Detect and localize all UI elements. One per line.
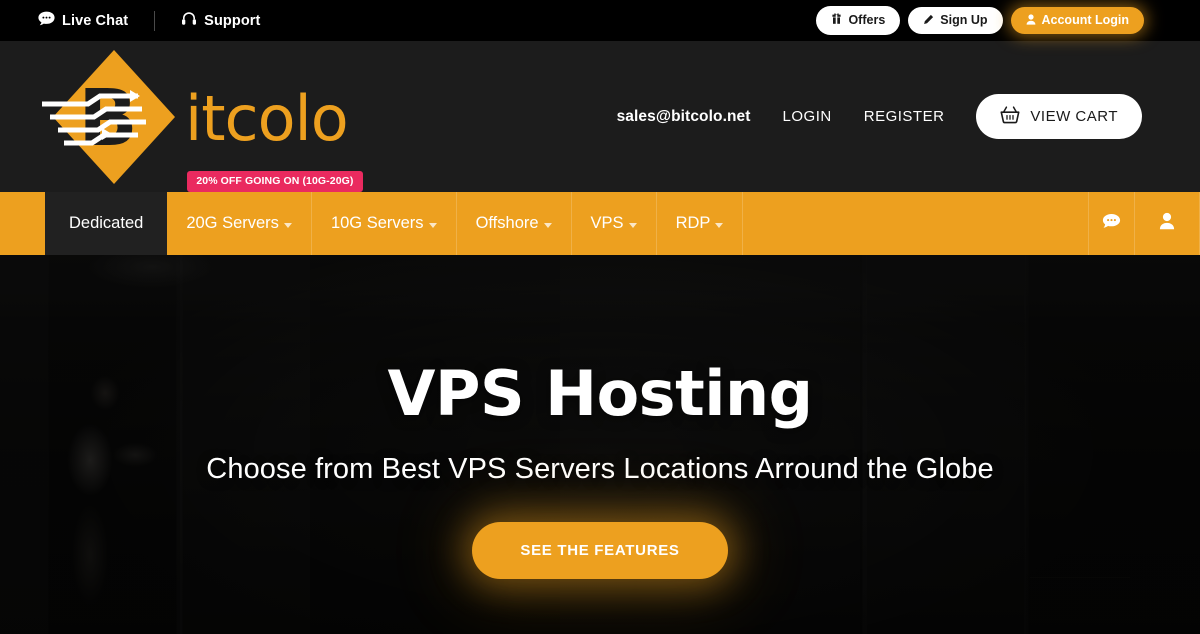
utility-top-bar: Live Chat Support Offers Sign Up Account…: [0, 0, 1200, 41]
nav-label-offshore: Offshore: [475, 214, 539, 232]
nav-item-dedicated[interactable]: Dedicated: [45, 192, 168, 255]
nav-account-button[interactable]: [1134, 192, 1200, 255]
hero-title: VPS Hosting: [387, 357, 813, 430]
login-link[interactable]: LOGIN: [783, 108, 832, 125]
support-link[interactable]: Support: [173, 11, 268, 31]
hero-subtitle: Choose from Best VPS Servers Locations A…: [206, 453, 994, 485]
nav-left-spacer: [0, 192, 45, 255]
page-root: Live Chat Support Offers Sign Up Account…: [0, 0, 1200, 634]
chat-bubble-icon: [1102, 213, 1121, 235]
nav-item-vps[interactable]: VPS: [572, 192, 657, 255]
see-the-features-button[interactable]: SEE THE FEATURES: [472, 521, 728, 579]
shopping-basket-icon: [1000, 106, 1020, 127]
site-header: B itcolo sales@bitcolo.net LOGIN REGISTE…: [0, 41, 1200, 192]
header-nav: sales@bitcolo.net LOGIN REGISTER VIEW CA…: [617, 94, 1142, 139]
nav-label-rdp: RDP: [675, 214, 711, 232]
nav-label-20g-servers: 20G Servers: [186, 214, 279, 232]
hero-section: VPS Hosting Choose from Best VPS Servers…: [0, 255, 1200, 634]
user-icon: [1026, 14, 1036, 28]
sign-up-button[interactable]: Sign Up: [908, 6, 1003, 35]
bitcolo-logo-mark: B: [40, 42, 187, 192]
top-bar-actions: Offers Sign Up Account Login: [816, 6, 1144, 35]
logo-wordmark: itcolo: [185, 81, 349, 155]
account-login-label: Account Login: [1041, 13, 1130, 28]
register-link[interactable]: REGISTER: [864, 108, 945, 125]
nav-item-20g-servers[interactable]: 20% OFF GOING ON (10G-20G) 20G Servers: [167, 171, 363, 255]
chevron-down-icon: [428, 222, 437, 228]
chevron-down-icon: [628, 222, 637, 228]
headphones-icon: [181, 11, 197, 31]
sign-up-label: Sign Up: [940, 13, 988, 28]
account-login-button[interactable]: Account Login: [1010, 6, 1144, 35]
main-navigation: Dedicated 20% OFF GOING ON (10G-20G) 20G…: [0, 171, 1200, 255]
offers-button[interactable]: Offers: [816, 6, 901, 35]
chevron-down-icon: [715, 222, 724, 228]
hero-content: VPS Hosting Choose from Best VPS Servers…: [0, 255, 1200, 634]
offers-label: Offers: [848, 13, 886, 28]
live-chat-label: Live Chat: [62, 12, 129, 29]
view-cart-label: VIEW CART: [1030, 108, 1118, 125]
live-chat-link[interactable]: Live Chat: [30, 11, 136, 30]
support-label: Support: [204, 12, 261, 29]
user-account-icon: [1159, 212, 1175, 235]
chat-bubble-icon: [38, 11, 55, 30]
nav-label-dedicated: Dedicated: [69, 214, 144, 232]
promo-badge: 20% OFF GOING ON (10G-20G): [187, 171, 363, 192]
nav-item-10g-servers[interactable]: 10G Servers: [312, 192, 457, 255]
nav-right-icons: [1088, 192, 1200, 255]
chevron-down-icon: [543, 222, 552, 228]
nav-label-10g-servers: 10G Servers: [330, 214, 424, 232]
view-cart-button[interactable]: VIEW CART: [976, 94, 1142, 139]
gift-icon: [831, 13, 842, 28]
nav-label-vps: VPS: [590, 214, 624, 232]
pencil-icon: [923, 14, 934, 28]
nav-item-offshore[interactable]: Offshore: [457, 192, 572, 255]
nav-chat-button[interactable]: [1088, 192, 1134, 255]
chevron-down-icon: [283, 222, 292, 228]
site-logo[interactable]: B itcolo: [40, 42, 349, 192]
top-bar-links: Live Chat Support: [30, 10, 268, 31]
sales-email-link[interactable]: sales@bitcolo.net: [617, 108, 751, 126]
top-bar-divider: [154, 10, 156, 31]
nav-item-rdp[interactable]: RDP: [657, 192, 744, 255]
